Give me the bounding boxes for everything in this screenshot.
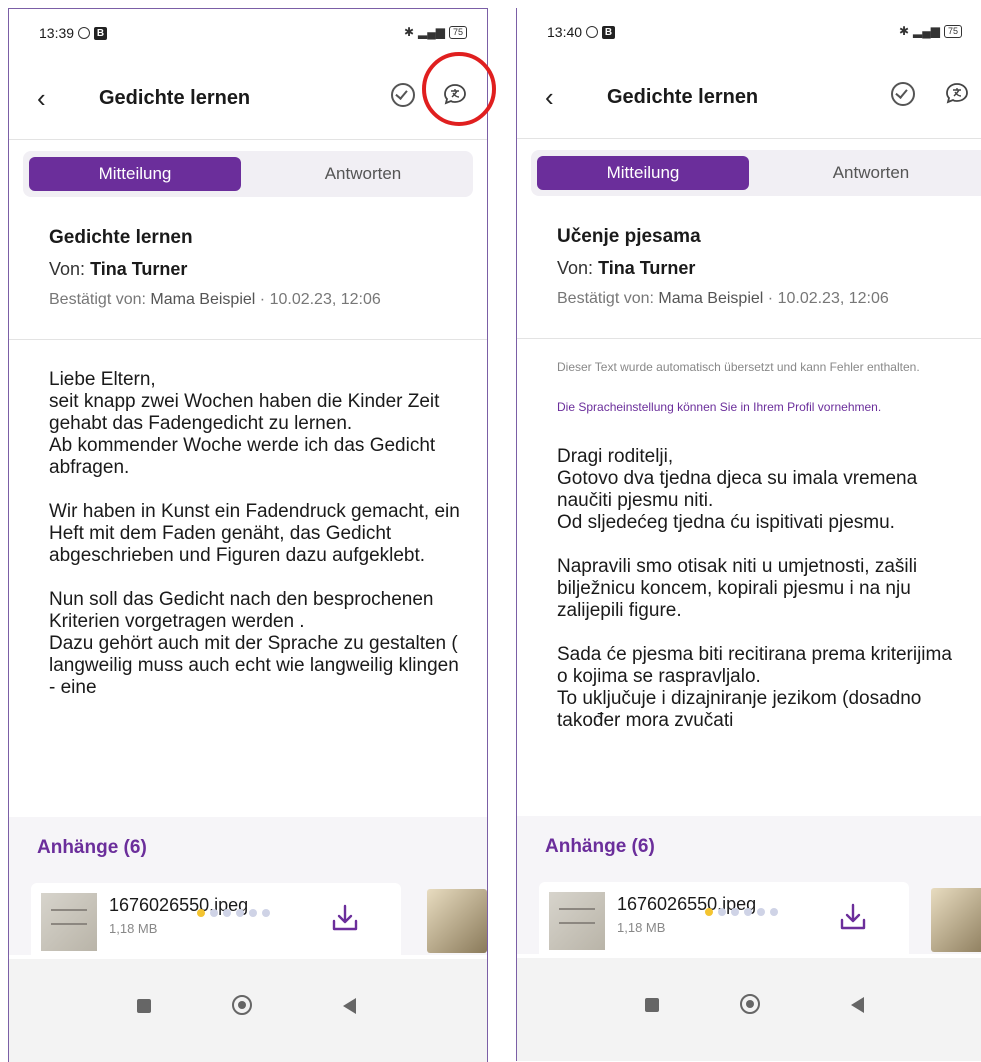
nav-recents-icon[interactable] [137,999,151,1013]
attachment-thumbnail-next[interactable] [427,889,487,953]
pagination-dot [731,908,739,916]
attachment-card[interactable]: 1676026550.jpeg 1,18 MB [539,882,909,962]
divider [517,338,981,339]
alarm-icon [78,27,91,39]
tab-bar: Mitteilung Antworten [23,151,473,197]
pagination-dot [757,908,765,916]
app-bar: ‹ Gedichte lernen [517,68,981,128]
attachment-thumbnail-next[interactable] [931,888,981,952]
status-time: 13:40 [547,24,583,40]
tab-antworten[interactable]: Antworten [771,156,971,190]
pagination-dot [744,908,752,916]
attachment-file-size: 1,18 MB [109,921,158,936]
pagination-dot [718,908,726,916]
confirmed-label: Bestätigt von: [557,290,654,307]
confirmed-date: · 10.02.23, 12:06 [259,291,381,308]
message-title: Gedichte lernen [49,227,193,248]
confirmed-label: Bestätigt von: [49,291,146,308]
nav-home-icon[interactable] [740,994,760,1014]
tab-mitteilung[interactable]: Mitteilung [537,156,749,190]
pagination-dot [223,909,231,917]
confirmed-by: Mama Beispiel [150,291,256,308]
pagination-dot [770,908,778,916]
tab-bar: Mitteilung Antworten [531,150,981,196]
confirmed-date: · 10.02.23, 12:06 [767,290,889,307]
nav-back-icon[interactable] [851,997,864,1013]
divider [9,139,487,140]
battery-icon: 75 [448,25,467,39]
page-title: Gedichte lernen [607,86,759,108]
sender-line: Von: Tina Turner [557,258,695,279]
attachments-title: Anhänge (6) [37,837,147,858]
attachments-title: Anhänge (6) [545,836,655,857]
sender-name: Tina Turner [90,259,188,279]
phone-screen-translated: 13:40 B ✱ ▂▄▆ 75 ‹ Gedichte lernen Mitte… [516,8,981,1061]
confirmation-line: Bestätigt von: Mama Beispiel · 10.02.23,… [557,290,889,308]
message-title: Učenje pjesama [557,226,701,247]
message-body: Liebe Eltern, seit knapp zwei Wochen hab… [49,369,460,698]
pagination-dot-active [705,908,713,916]
pagination-dots [705,908,778,916]
check-circle-icon[interactable] [891,82,915,106]
confirmed-by: Mama Beispiel [658,290,764,307]
pagination-dot [236,909,244,917]
app-bar: ‹ Gedichte lernen [9,69,487,129]
translate-chat-icon[interactable] [945,82,969,104]
pagination-dots [197,909,270,917]
system-nav-bar [9,959,487,1062]
auto-translation-notice: Dieser Text wurde automatisch übersetzt … [557,360,920,374]
highlight-circle [422,52,496,126]
pagination-dot [262,909,270,917]
attachment-thumbnail [41,893,97,951]
from-label: Von: [557,258,594,278]
alarm-icon [586,26,599,38]
status-time: 13:39 [39,25,75,41]
message-body-scroll[interactable]: Dieser Text wurde automatisch übersetzt … [517,346,981,816]
attachments-panel: Anhänge (6) 1676026550.jpeg 1,18 MB [9,817,487,963]
pagination-dot [210,909,218,917]
signal-icon: ▂▄▆ [913,24,940,38]
language-settings-link[interactable]: Die Spracheinstellung können Sie in Ihre… [557,400,962,415]
app-notification-icon: B [94,26,108,40]
attachment-thumbnail [549,892,605,950]
download-icon[interactable] [839,902,867,932]
status-bar: 13:40 B ✱ ▂▄▆ 75 [547,20,962,46]
status-bar: 13:39 B ✱ ▂▄▆ 75 [39,21,467,47]
system-nav-bar [517,958,981,1061]
bluetooth-icon: ✱ [403,25,415,39]
divider [517,138,981,139]
page-title: Gedichte lernen [99,87,251,109]
attachment-file-size: 1,18 MB [617,920,666,935]
attachments-panel: Anhänge (6) 1676026550.jpeg 1,18 MB [517,816,981,962]
pagination-dot-active [197,909,205,917]
message-body: Dragi roditelji, Gotovo dva tjedna djeca… [557,446,952,731]
tab-antworten[interactable]: Antworten [263,157,463,191]
tab-mitteilung[interactable]: Mitteilung [29,157,241,191]
pagination-dot [249,909,257,917]
attachment-card[interactable]: 1676026550.jpeg 1,18 MB [31,883,401,963]
download-icon[interactable] [331,903,359,933]
sender-line: Von: Tina Turner [49,259,187,280]
back-icon[interactable]: ‹ [545,82,554,113]
nav-home-icon[interactable] [232,995,252,1015]
message-body-scroll[interactable]: Liebe Eltern, seit knapp zwei Wochen hab… [9,347,487,817]
battery-icon: 75 [943,24,962,38]
divider [9,339,487,340]
confirmation-line: Bestätigt von: Mama Beispiel · 10.02.23,… [49,291,381,309]
nav-recents-icon[interactable] [645,998,659,1012]
signal-icon: ▂▄▆ [418,25,445,39]
back-icon[interactable]: ‹ [37,83,46,114]
app-notification-icon: B [602,25,616,39]
phone-screen-original: 13:39 B ✱ ▂▄▆ 75 ‹ Gedichte lernen Mitte… [8,8,488,1062]
sender-name: Tina Turner [598,258,696,278]
nav-back-icon[interactable] [343,998,356,1014]
from-label: Von: [49,259,86,279]
check-circle-icon[interactable] [391,83,415,107]
bluetooth-icon: ✱ [898,24,910,38]
